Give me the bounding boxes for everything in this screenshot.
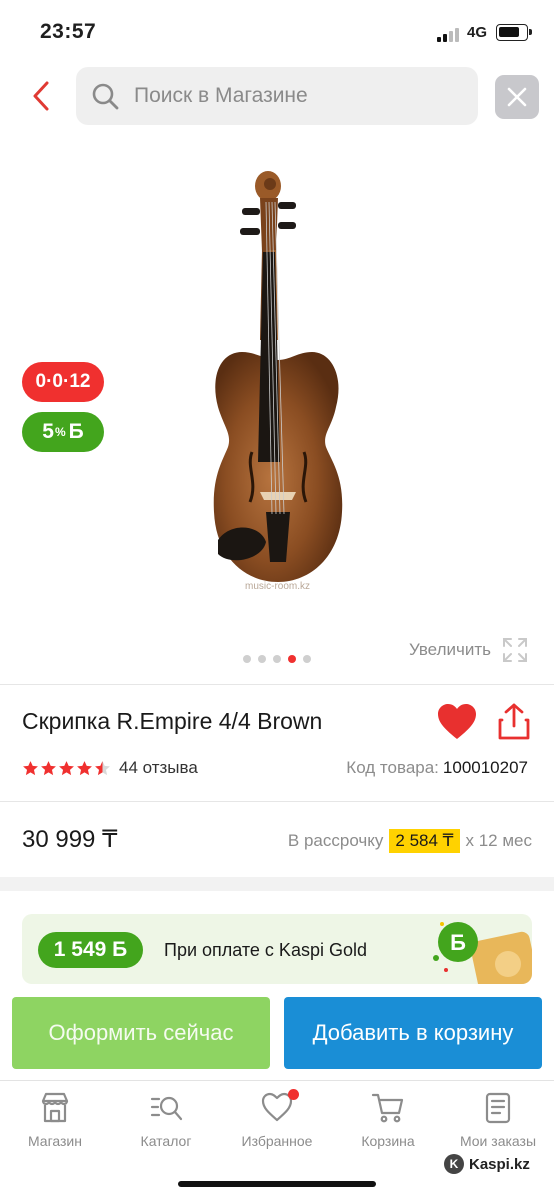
- search-icon: [90, 81, 120, 111]
- status-bar: 23:57 4G: [0, 0, 554, 64]
- section-separator: [0, 877, 554, 891]
- gallery-dot[interactable]: [273, 655, 281, 663]
- product-gallery[interactable]: music-room.kz 0·0·12 5% Б Увеличить: [0, 140, 554, 680]
- bonus-badge-value: 5: [42, 420, 54, 443]
- gallery-dot[interactable]: [258, 655, 266, 663]
- kaspi-gold-card-icon: Б: [433, 922, 532, 984]
- close-icon: [507, 87, 527, 107]
- status-time: 23:57: [40, 20, 97, 43]
- search-input[interactable]: [134, 84, 454, 108]
- tab-favorites[interactable]: Избранное: [227, 1089, 327, 1155]
- star-icon: [59, 760, 74, 775]
- tab-store[interactable]: Магазин: [5, 1091, 105, 1155]
- tab-catalog-label: Каталог: [140, 1133, 192, 1149]
- orders-icon: [485, 1092, 511, 1124]
- zoom-label: Увеличить: [409, 640, 491, 659]
- home-indicator[interactable]: [178, 1181, 376, 1187]
- catalog-search-icon: [150, 1096, 183, 1121]
- cart-icon: [371, 1093, 404, 1123]
- installment-suffix: х 12 мес: [465, 831, 533, 850]
- rating-stars: [22, 760, 111, 777]
- kaspi-watermark-text: Kaspi.kz: [469, 1155, 530, 1173]
- product-code-value: 100010207: [442, 758, 528, 777]
- installment-amount: 2 584 ₸: [389, 829, 460, 853]
- bonus-badge-suffix: %: [54, 425, 66, 439]
- tab-cart[interactable]: Корзина: [338, 1091, 438, 1155]
- divider: [0, 684, 554, 685]
- star-icon: [41, 760, 56, 775]
- chevron-left-icon: [33, 81, 49, 111]
- gallery-dot[interactable]: [303, 655, 311, 663]
- kaspi-watermark: K Kaspi.kz: [444, 1154, 530, 1174]
- product-code-label: Код товара:: [346, 758, 439, 777]
- bonus-badge: 5% Б: [22, 412, 104, 452]
- star-icon: [77, 760, 92, 775]
- product-rating[interactable]: 44 отзыва: [22, 758, 198, 778]
- product-price: 30 999 ₸: [22, 826, 118, 853]
- reviews-link[interactable]: 44 отзыва: [119, 758, 198, 778]
- star-icon: [95, 760, 110, 775]
- svg-text:Б: Б: [450, 930, 466, 955]
- gallery-dot[interactable]: [243, 655, 251, 663]
- bottom-tab-bar: Магазин Каталог Избранное Корзина Мои за…: [0, 1080, 554, 1160]
- notification-dot: [288, 1089, 299, 1100]
- product-code: Код товара: 100010207: [346, 758, 528, 778]
- star-icon: [23, 760, 38, 775]
- installment-info[interactable]: В рассрочку 2 584 ₸ х 12 мес: [288, 829, 532, 853]
- tab-orders-label: Мои заказы: [459, 1133, 537, 1149]
- zoom-button[interactable]: Увеличить: [409, 636, 529, 664]
- gallery-pagination[interactable]: [243, 655, 311, 663]
- heart-icon: [438, 704, 476, 739]
- tab-catalog[interactable]: Каталог: [116, 1091, 216, 1155]
- divider: [0, 801, 554, 802]
- share-icon: [498, 703, 530, 740]
- expand-icon: [503, 638, 527, 662]
- product-image: [213, 171, 343, 582]
- store-icon: [41, 1092, 69, 1123]
- gold-bonus-badge: 1 549 Б: [38, 932, 143, 968]
- signal-icon: [437, 26, 461, 42]
- image-watermark: music-room.kz: [245, 581, 311, 592]
- bonus-badge-currency: Б: [68, 420, 84, 443]
- battery-icon: [496, 24, 532, 41]
- buy-now-button[interactable]: Оформить сейчас: [12, 997, 270, 1069]
- product-title: Скрипка R.Empire 4/4 Brown: [22, 708, 323, 734]
- search-bar[interactable]: [76, 67, 478, 125]
- back-button[interactable]: [22, 74, 60, 118]
- installment-badge: 0·0·12: [22, 362, 104, 402]
- tab-favorites-label: Избранное: [241, 1133, 313, 1149]
- add-to-cart-button[interactable]: Добавить в корзину: [284, 997, 542, 1069]
- gold-banner-text: При оплате с Kaspi Gold: [164, 940, 367, 960]
- share-button[interactable]: [496, 702, 532, 742]
- tab-cart-label: Корзина: [361, 1133, 415, 1149]
- tab-orders[interactable]: Мои заказы: [448, 1091, 548, 1155]
- kaspi-gold-banner[interactable]: 1 549 Б При оплате с Kaspi Gold Б: [22, 914, 532, 984]
- close-button[interactable]: [495, 75, 539, 119]
- network-type: 4G: [467, 24, 488, 41]
- tab-store-label: Магазин: [27, 1133, 82, 1149]
- kaspi-logo-icon: K: [444, 1154, 464, 1174]
- favorite-button[interactable]: [436, 702, 478, 742]
- installment-prefix: В рассрочку: [287, 831, 384, 850]
- gallery-dot[interactable]: [288, 655, 296, 663]
